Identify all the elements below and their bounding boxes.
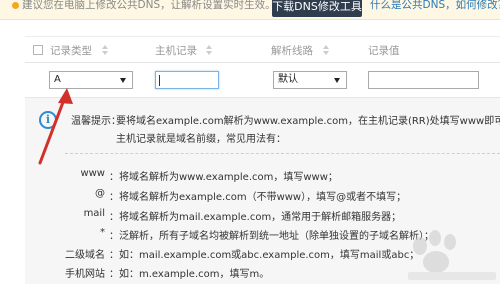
warning-icon: [12, 2, 19, 9]
host-record-input[interactable]: [155, 71, 219, 89]
sort-icon[interactable]: [101, 45, 110, 55]
line-value: 默认: [278, 74, 298, 85]
tip-line-2: 主机记录就是域名前缀，常见用法有：: [116, 134, 286, 145]
select-all-checkbox[interactable]: [33, 45, 43, 55]
notice-bar: 建议您在电脑上修改公共DNS，让解析设置实时生效。 下载DNS修改工具 什么是公…: [0, 0, 500, 20]
table-header: 记录类型 主机记录 解析线路 记录值: [25, 36, 500, 63]
column-host[interactable]: 主机记录: [155, 43, 197, 58]
column-record-value: 记录值: [368, 45, 400, 57]
tip-line-1: 要将域名example.com解析为www.example.com，在主机记录(…: [116, 116, 500, 127]
chevron-down-icon: [334, 78, 340, 83]
sort-icon[interactable]: [205, 45, 214, 55]
tip-label: 温馨提示：: [71, 116, 121, 127]
text-cursor: [159, 75, 160, 86]
watermark-logo: [408, 230, 496, 280]
edit-record-row: A 默认: [25, 64, 500, 96]
public-dns-help-link[interactable]: 什么是公共DNS，如何修改？: [370, 0, 500, 12]
record-type-value: A: [54, 74, 61, 85]
example-key: 二级域名: [65, 250, 105, 261]
example-value: ：将域名解析为www.example.com，填写www；: [109, 172, 338, 183]
notice-text: 建议您在电脑上修改公共DNS，让解析设置实时生效。: [22, 0, 276, 11]
example-value: ：如：mail.example.com或abc.example.com，填写ma…: [109, 250, 420, 261]
example-key: mail: [83, 208, 105, 219]
info-icon: i: [39, 111, 57, 129]
example-key: 手机网站: [65, 269, 105, 280]
example-value: ：如：m.example.com，填写m。: [109, 269, 270, 280]
column-line[interactable]: 解析线路: [271, 43, 313, 58]
download-dns-tool-button[interactable]: 下载DNS修改工具: [272, 0, 362, 17]
example-value: ：将域名解析为mail.example.com，通常用于解析邮箱服务器；: [109, 212, 402, 223]
example-value: ：泛解析，所有子域名均被解析到统一地址（除单独设置的子域名解析）；: [109, 231, 434, 242]
divider: [65, 153, 500, 154]
example-key: www: [80, 168, 105, 179]
example-key: *: [100, 227, 105, 238]
chevron-down-icon: [120, 78, 126, 83]
sort-icon[interactable]: [322, 45, 331, 55]
column-record-type[interactable]: 记录类型: [50, 43, 92, 58]
example-key: @: [95, 188, 105, 199]
record-type-select[interactable]: A: [49, 71, 133, 89]
example-value: ：将域名解析为example.com（不带www），填写@或者不填写；: [109, 192, 407, 203]
record-value-input[interactable]: [368, 71, 479, 89]
line-select[interactable]: 默认: [273, 71, 347, 89]
